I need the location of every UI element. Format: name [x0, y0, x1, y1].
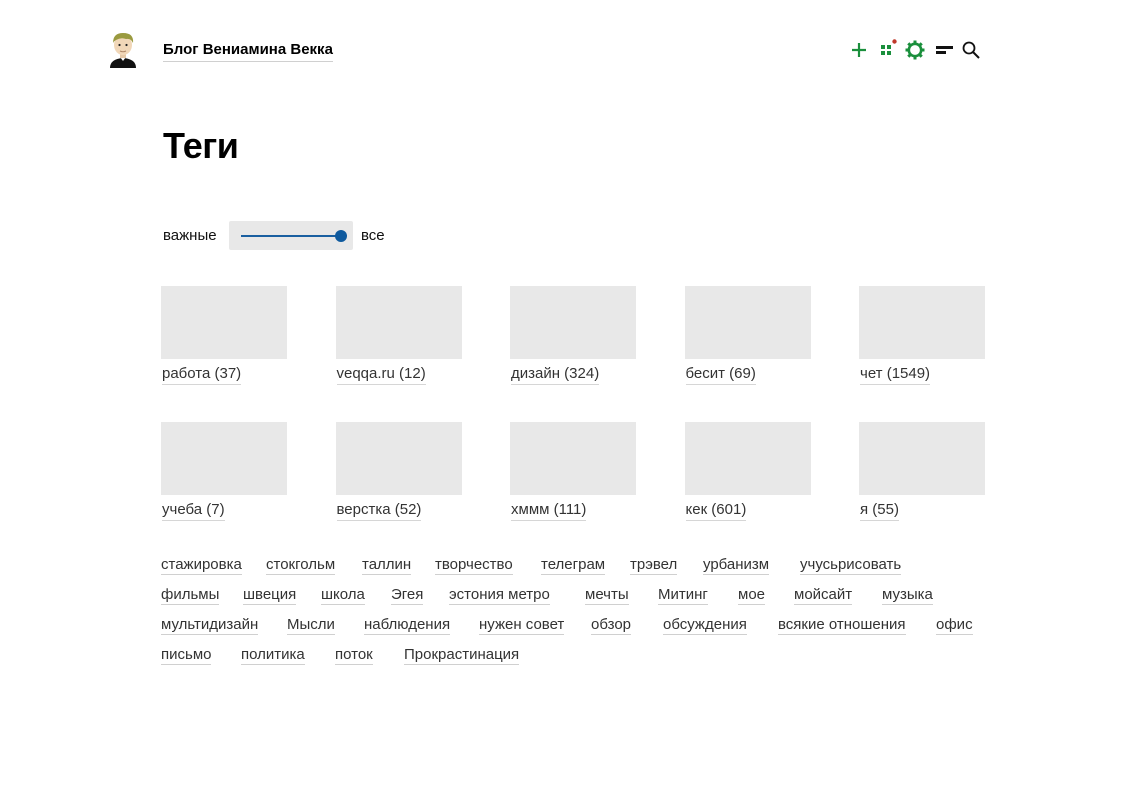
- tag-cloud-link[interactable]: стокгольм: [266, 555, 336, 575]
- tag-cloud-link[interactable]: фильмы: [161, 585, 220, 605]
- plus-icon[interactable]: [848, 38, 870, 62]
- notification-dot-icon: [892, 39, 897, 44]
- featured-tag-card[interactable]: кек (601): [684, 422, 811, 526]
- user-avatar-icon[interactable]: [107, 30, 139, 68]
- featured-tag-card[interactable]: veqqa.ru (12): [335, 286, 462, 390]
- tag-cloud-link[interactable]: обзор: [591, 615, 631, 635]
- tag-cloud-link[interactable]: музыка: [882, 585, 933, 605]
- tag-link[interactable]: бесит (69): [685, 365, 756, 385]
- tag-thumbnail[interactable]: [335, 422, 462, 495]
- tag-cloud-link[interactable]: творчество: [435, 555, 513, 575]
- tag-cloud-link[interactable]: мечты: [585, 585, 629, 605]
- tag-link[interactable]: veqqa.ru (12): [336, 365, 426, 385]
- tag-cloud-link[interactable]: офис: [936, 615, 973, 635]
- tag-cloud-link[interactable]: Прокрастинация: [404, 645, 520, 665]
- gear-icon[interactable]: [904, 38, 926, 62]
- importance-slider[interactable]: [229, 221, 353, 250]
- featured-tag-card[interactable]: верстка (52): [335, 422, 462, 526]
- featured-tag-card[interactable]: учеба (7): [161, 422, 287, 526]
- tag-thumbnail[interactable]: [684, 422, 811, 495]
- featured-tag-card[interactable]: чет (1549): [859, 286, 985, 390]
- tag-thumbnail[interactable]: [684, 286, 811, 359]
- tag-cloud-link[interactable]: трэвел: [630, 555, 678, 575]
- tag-cloud-link[interactable]: стажировка: [161, 555, 242, 575]
- tag-cloud-link[interactable]: Эгея: [391, 585, 424, 605]
- featured-tag-card[interactable]: бесит (69): [684, 286, 811, 390]
- tag-cloud-link[interactable]: Мысли: [287, 615, 335, 635]
- page-title: Теги: [163, 125, 239, 166]
- tag-cloud-link[interactable]: таллин: [362, 555, 412, 575]
- tag-cloud-link[interactable]: швеция: [243, 585, 297, 605]
- tag-cloud-link[interactable]: письмо: [161, 645, 212, 665]
- tag-link[interactable]: дизайн (324): [511, 365, 600, 385]
- tag-link[interactable]: учеба (7): [162, 501, 225, 521]
- tag-thumbnail[interactable]: [859, 286, 985, 359]
- tag-link[interactable]: верстка (52): [336, 501, 422, 521]
- tag-cloud-link[interactable]: телеграм: [541, 555, 606, 575]
- tag-thumbnail[interactable]: [510, 286, 636, 359]
- tag-link[interactable]: я (55): [860, 501, 899, 521]
- tag-cloud-link[interactable]: всякие отношения: [778, 615, 906, 635]
- site-title-link[interactable]: Блог Вениамина Векка: [163, 41, 333, 62]
- tag-thumbnail[interactable]: [161, 286, 287, 359]
- tag-cloud-link[interactable]: школа: [321, 585, 365, 605]
- slider-handle[interactable]: [335, 230, 347, 242]
- tag-thumbnail[interactable]: [161, 422, 287, 495]
- tag-link[interactable]: хммм (111): [511, 501, 587, 521]
- featured-tag-card[interactable]: хммм (111): [510, 422, 636, 526]
- grid-icon[interactable]: [876, 38, 898, 62]
- tag-cloud-link[interactable]: нужен совет: [479, 615, 565, 635]
- tag-thumbnail[interactable]: [510, 422, 636, 495]
- tag-cloud-link[interactable]: эстония метро: [449, 585, 550, 605]
- tag-cloud-link[interactable]: мойсайт: [794, 585, 853, 605]
- tag-cloud-link[interactable]: урбанизм: [703, 555, 770, 575]
- tag-thumbnail[interactable]: [859, 422, 985, 495]
- filter-label-all: все: [361, 227, 385, 244]
- tag-cloud-link[interactable]: мультидизайн: [161, 615, 259, 635]
- tag-link[interactable]: работа (37): [162, 365, 242, 385]
- slider-track: [241, 235, 341, 237]
- tag-cloud-link[interactable]: поток: [335, 645, 373, 665]
- tag-cloud-link[interactable]: политика: [241, 645, 305, 665]
- tag-cloud-link[interactable]: обсуждения: [663, 615, 747, 635]
- tag-cloud-link[interactable]: Митинг: [658, 585, 708, 605]
- tag-cloud-link[interactable]: наблюдения: [364, 615, 451, 635]
- search-icon[interactable]: [960, 38, 982, 62]
- featured-tag-card[interactable]: я (55): [859, 422, 985, 526]
- featured-tag-card[interactable]: работа (37): [161, 286, 287, 390]
- tag-link[interactable]: чет (1549): [860, 365, 931, 385]
- tag-cloud-link[interactable]: учусьрисовать: [800, 555, 902, 575]
- site-header: Блог Вениамина Векка: [0, 0, 1148, 100]
- featured-tag-card[interactable]: дизайн (324): [510, 286, 636, 390]
- menu-icon[interactable]: [934, 38, 956, 62]
- filter-label-important: важные: [163, 227, 217, 244]
- tag-cloud-link[interactable]: мое: [738, 585, 765, 605]
- tag-thumbnail[interactable]: [335, 286, 462, 359]
- tag-link[interactable]: кек (601): [685, 501, 747, 521]
